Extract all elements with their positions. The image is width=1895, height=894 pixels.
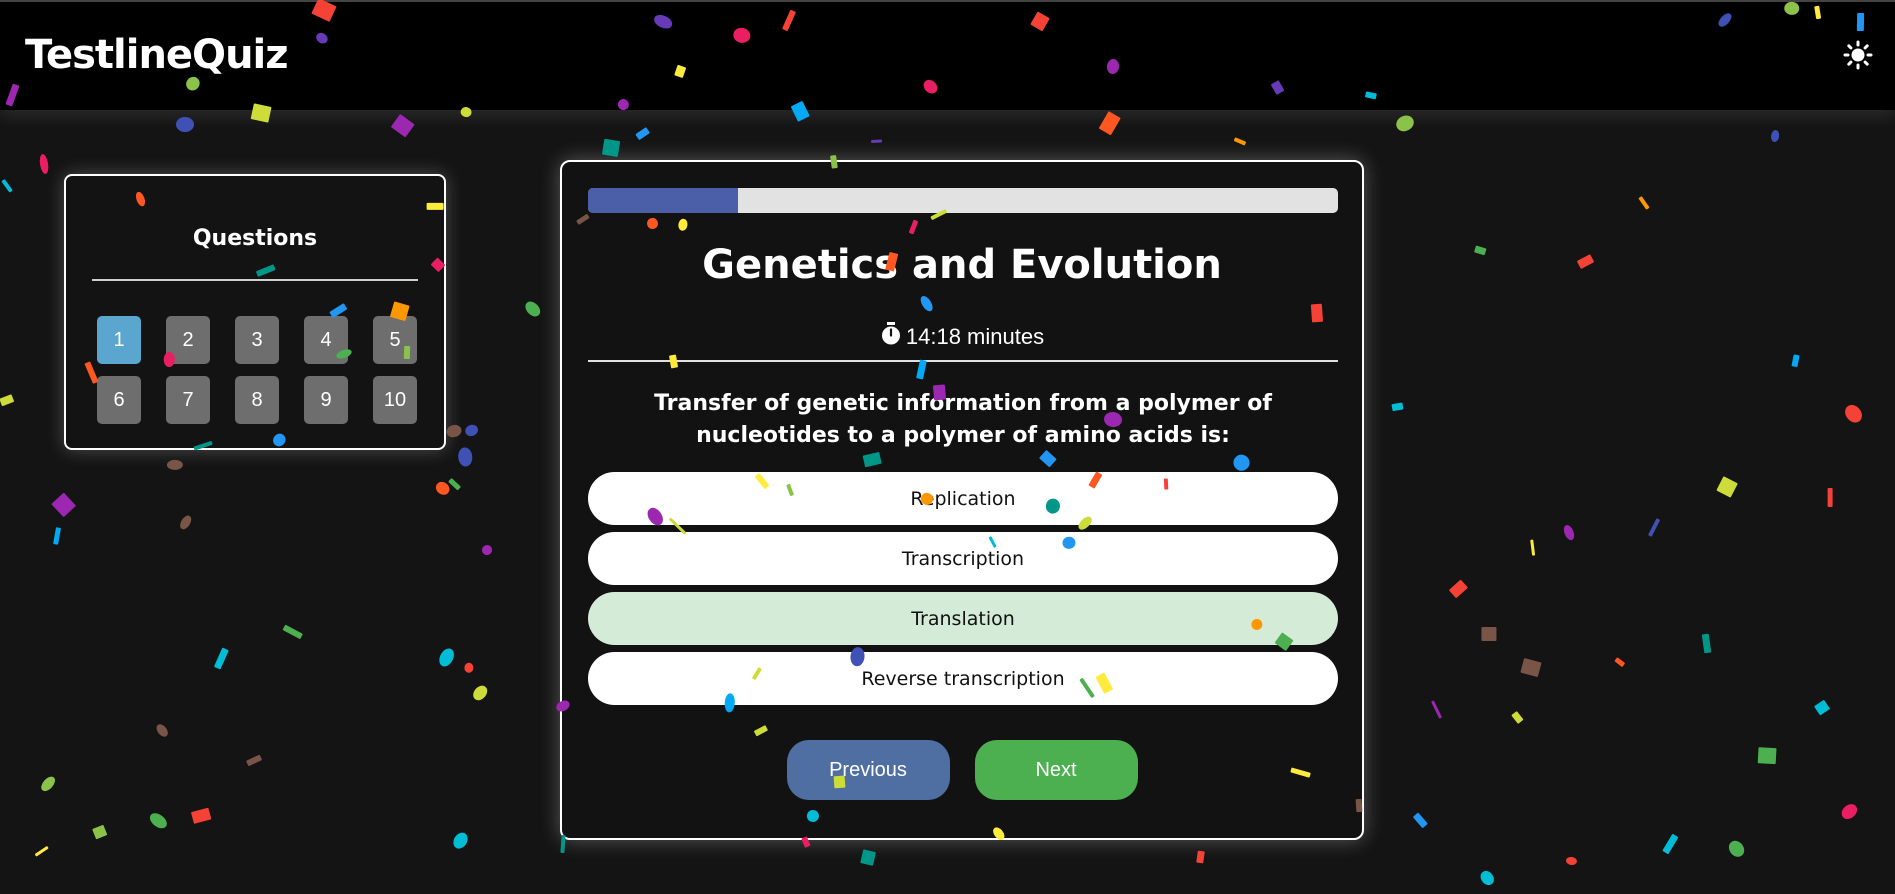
confetti-piece [871,139,883,144]
confetti-piece [1478,868,1497,888]
confetti-piece [245,754,263,767]
question-number-button[interactable]: 9 [304,376,348,424]
question-number-button[interactable]: 5 [373,316,417,364]
question-number-button[interactable]: 3 [235,316,279,364]
question-navigator: Questions 1 2 3 4 5 6 7 8 9 10 [64,174,446,450]
confetti-piece [464,662,474,673]
confetti-piece [1638,196,1650,210]
confetti-piece [1716,476,1739,499]
confetti-piece [51,492,76,517]
next-button[interactable]: Next [974,740,1138,800]
question-number-button[interactable]: 7 [166,376,210,424]
confetti-piece [1757,747,1777,765]
sun-icon[interactable] [1841,38,1875,72]
question-number-button[interactable]: 4 [304,316,348,364]
question-number-button[interactable]: 2 [166,316,210,364]
confetti-piece [1813,699,1831,716]
confetti-piece [634,127,650,141]
question-text: Transfer of genetic information from a p… [654,391,1272,448]
confetti-piece [167,459,183,471]
confetti-piece [1391,402,1404,411]
confetti-piece [53,527,61,545]
confetti-piece [1565,856,1578,866]
answer-option[interactable]: Reverse transcription [588,652,1338,705]
answer-option[interactable]: Replication [588,472,1338,525]
confetti-piece [1412,812,1428,829]
confetti-piece [601,138,621,158]
answer-option[interactable]: Transcription [588,532,1338,585]
confetti-piece [1613,656,1626,668]
confetti-piece [1474,245,1487,256]
top-bar: TestlineQuiz [0,0,1895,110]
confetti-piece [1098,111,1121,136]
confetti-piece [436,645,457,669]
confetti-piece [445,423,463,439]
divider [588,360,1338,362]
confetti-piece [1828,488,1833,507]
confetti-piece [1725,837,1748,861]
quiz-title: Genetics and Evolution [702,242,1222,288]
confetti-piece [1791,354,1800,368]
progress-bar [588,188,1338,213]
answer-options: Replication Transcription Translation Rever… [588,472,1338,712]
confetti-piece [190,807,212,824]
confetti-piece [463,422,480,439]
confetti-piece [1561,523,1577,542]
confetti-piece [1662,833,1679,854]
question-navigator-title: Questions [192,226,318,251]
confetti-piece [0,393,15,407]
confetti-piece [391,114,415,138]
question-number-button[interactable]: 10 [373,376,417,424]
confetti-piece [1647,518,1661,538]
stopwatch-icon [880,322,902,352]
confetti-piece [175,116,194,133]
confetti-piece [1770,129,1780,143]
confetti-piece [450,829,471,852]
confetti-piece [1,179,13,193]
divider [92,279,418,281]
confetti-piece [522,298,543,320]
confetti-piece [214,647,229,669]
confetti-piece [1838,801,1861,823]
confetti-piece [1481,627,1497,642]
answer-option[interactable]: Translation [588,592,1338,645]
confetti-piece [177,513,194,531]
confetti-piece [91,824,108,840]
progress-bar-fill [588,188,738,213]
confetti-piece [457,446,474,467]
confetti-piece [1520,657,1542,677]
confetti-piece [1431,700,1443,719]
confetti-piece [1530,539,1536,556]
app-logo[interactable]: TestlineQuiz [25,32,289,78]
confetti-piece [1393,112,1417,135]
confetti-piece [1233,137,1247,146]
confetti-piece [1701,633,1711,654]
confetti-piece [1511,711,1524,725]
confetti-piece [38,153,50,175]
question-number-button[interactable]: 6 [97,376,141,424]
confetti-piece [34,845,49,857]
question-navigation: Previous Next [562,740,1362,800]
confetti-piece [1196,850,1205,864]
confetti-piece [860,849,877,866]
confetti-piece [1576,253,1595,270]
question-grid: 1 2 3 4 5 6 7 8 9 10 [97,316,417,424]
confetti-piece [1449,579,1469,599]
quiz-card: Genetics and Evolution 14:18 minutes Tra… [560,160,1364,840]
confetti-piece [147,810,170,832]
confetti-piece [433,479,452,497]
confetti-piece [480,543,494,556]
confetti-piece [154,722,171,739]
confetti-piece [470,682,490,703]
question-number-button[interactable]: 1 [97,316,141,364]
confetti-piece [282,624,304,640]
question-number-button[interactable]: 8 [235,376,279,424]
timer-text: 14:18 minutes [905,324,1045,349]
previous-button[interactable]: Previous [786,740,950,800]
confetti-piece [39,774,58,794]
timer: 14:18 minutes [562,322,1362,352]
confetti-piece [1841,401,1866,426]
confetti-piece [448,478,462,491]
